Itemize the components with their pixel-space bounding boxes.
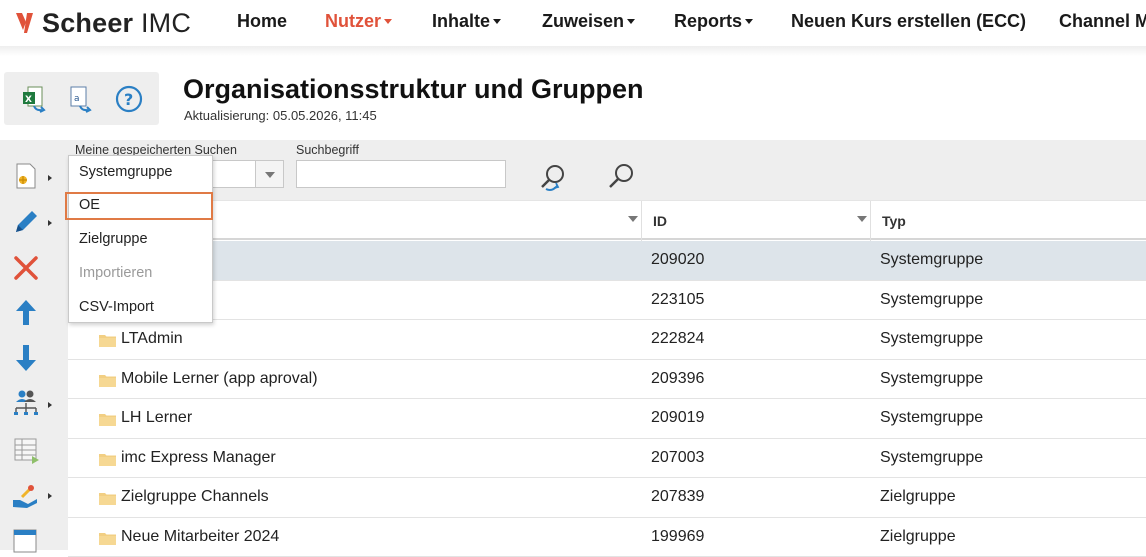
sort-id-icon[interactable] xyxy=(857,216,867,222)
sort-name-icon[interactable] xyxy=(628,216,638,222)
chevron-down-icon xyxy=(627,19,635,24)
chevron-down-icon[interactable] xyxy=(255,161,283,187)
new-item-icon[interactable] xyxy=(10,160,42,192)
export-panel: X a ? xyxy=(4,72,159,125)
cell-id: 223105 xyxy=(651,291,704,309)
cell-name: imc Express Manager xyxy=(121,449,276,467)
delete-icon[interactable] xyxy=(10,252,42,284)
brand-logo[interactable]: Scheer IMC xyxy=(14,8,191,38)
table-row[interactable]: imc Express Manager 207003 Systemgruppe xyxy=(68,439,1146,479)
cell-name: Mobile Lerner (app aproval) xyxy=(121,370,318,388)
column-divider xyxy=(870,201,871,241)
nav-inhalte[interactable]: Inhalte xyxy=(432,11,501,32)
nav-reports[interactable]: Reports xyxy=(674,11,753,32)
table-row[interactable]: LTAdmin 222824 Systemgruppe xyxy=(68,320,1146,360)
search-term-label: Suchbegriff xyxy=(296,143,359,157)
cell-id: 209019 xyxy=(651,409,704,427)
column-header-id[interactable]: ID xyxy=(653,213,667,229)
menu-item-systemgruppe[interactable]: Systemgruppe xyxy=(69,159,212,187)
menu-item-csv-import[interactable]: CSV-Import xyxy=(69,294,212,322)
column-header-typ[interactable]: Typ xyxy=(882,213,906,229)
nav-neuen-kurs[interactable]: Neuen Kurs erstellen (ECC) xyxy=(791,11,1026,32)
chevron-down-icon xyxy=(745,19,753,24)
search-input[interactable] xyxy=(296,160,506,188)
svg-text:X: X xyxy=(25,95,32,105)
menu-item-oe[interactable]: OE xyxy=(65,192,213,220)
table-row[interactable]: Neue Mitarbeiter 2024 199969 Zielgruppe xyxy=(68,518,1146,557)
cell-type: Systemgruppe xyxy=(880,291,983,309)
submenu-arrow-icon[interactable] xyxy=(48,402,52,408)
left-toolbar xyxy=(0,140,68,550)
move-up-icon[interactable] xyxy=(10,296,42,328)
table-row[interactable]: Zielgruppe Channels 207839 Zielgruppe xyxy=(68,478,1146,518)
cell-name: Zielgruppe Channels xyxy=(121,488,269,506)
table-row[interactable]: 209020 Systemgruppe xyxy=(68,241,1146,281)
cell-type: Zielgruppe xyxy=(880,488,956,506)
org-groups-table: ID Typ 209020Systemgruppes223105Systemgr… xyxy=(68,200,1146,550)
cell-type: Systemgruppe xyxy=(880,370,983,388)
table-row[interactable]: s223105Systemgruppe xyxy=(68,281,1146,321)
submenu-arrow-icon[interactable] xyxy=(48,175,52,181)
cell-type: Systemgruppe xyxy=(880,449,983,467)
menu-item-importieren: Importieren xyxy=(69,260,212,288)
move-down-icon[interactable] xyxy=(10,342,42,374)
cell-type: Systemgruppe xyxy=(880,330,983,348)
submenu-arrow-icon[interactable] xyxy=(48,220,52,226)
cell-type: Zielgruppe xyxy=(880,528,956,546)
svg-text:a: a xyxy=(74,94,80,104)
chevron-down-icon xyxy=(493,19,501,24)
calendar-icon[interactable] xyxy=(10,524,42,556)
cell-id: 209020 xyxy=(651,251,704,269)
cell-id: 222824 xyxy=(651,330,704,348)
svg-text:?: ? xyxy=(124,90,133,109)
table-row[interactable]: Mobile Lerner (app aproval) 209396 Systemg… xyxy=(68,360,1146,400)
nav-home[interactable]: Home xyxy=(237,11,287,32)
cell-name: Neue Mitarbeiter 2024 xyxy=(121,528,279,546)
table-header: ID Typ xyxy=(68,200,1146,240)
text-export-icon[interactable]: a xyxy=(68,84,98,114)
cell-name: LTAdmin xyxy=(121,330,183,348)
search-icon[interactable] xyxy=(606,162,636,192)
top-navigation: Scheer IMC Home Nutzer Inhalte Zuweisen … xyxy=(0,0,1146,46)
table-view-icon[interactable] xyxy=(10,434,42,466)
new-item-menu: Systemgruppe OE Zielgruppe Importieren C… xyxy=(68,155,213,323)
page-title: Organisationsstruktur und Gruppen xyxy=(183,74,644,105)
nav-nutzer[interactable]: Nutzer xyxy=(325,11,392,32)
brand-mark-icon xyxy=(14,10,38,36)
nav-channel[interactable]: Channel M xyxy=(1059,11,1146,32)
cell-id: 209396 xyxy=(651,370,704,388)
cell-id: 207839 xyxy=(651,488,704,506)
folder-icon xyxy=(99,531,116,545)
folder-icon xyxy=(99,412,116,426)
column-divider xyxy=(641,201,642,241)
cell-name: LH Lerner xyxy=(121,409,192,427)
folder-icon xyxy=(99,333,116,347)
cell-type: Systemgruppe xyxy=(880,409,983,427)
cell-id: 199969 xyxy=(651,528,704,546)
excel-export-icon[interactable]: X xyxy=(20,84,50,114)
submenu-arrow-icon[interactable] xyxy=(48,493,52,499)
reset-search-icon[interactable] xyxy=(538,162,568,192)
nav-shadow xyxy=(0,46,1146,56)
cell-id: 207003 xyxy=(651,449,704,467)
folder-icon xyxy=(99,452,116,466)
org-structure-icon[interactable] xyxy=(10,386,42,418)
cell-type: Systemgruppe xyxy=(880,251,983,269)
brand-name: Scheer IMC xyxy=(42,8,191,39)
last-updated: Aktualisierung: 05.05.2026, 11:45 xyxy=(184,108,377,123)
nav-zuweisen[interactable]: Zuweisen xyxy=(542,11,635,32)
menu-item-zielgruppe[interactable]: Zielgruppe xyxy=(69,226,212,254)
chevron-down-icon xyxy=(384,19,392,24)
folder-icon xyxy=(99,491,116,505)
assign-icon[interactable] xyxy=(10,480,42,512)
folder-icon xyxy=(99,373,116,387)
help-icon[interactable]: ? xyxy=(114,84,144,114)
table-row[interactable]: LH Lerner 209019 Systemgruppe xyxy=(68,399,1146,439)
edit-icon[interactable] xyxy=(10,206,42,238)
